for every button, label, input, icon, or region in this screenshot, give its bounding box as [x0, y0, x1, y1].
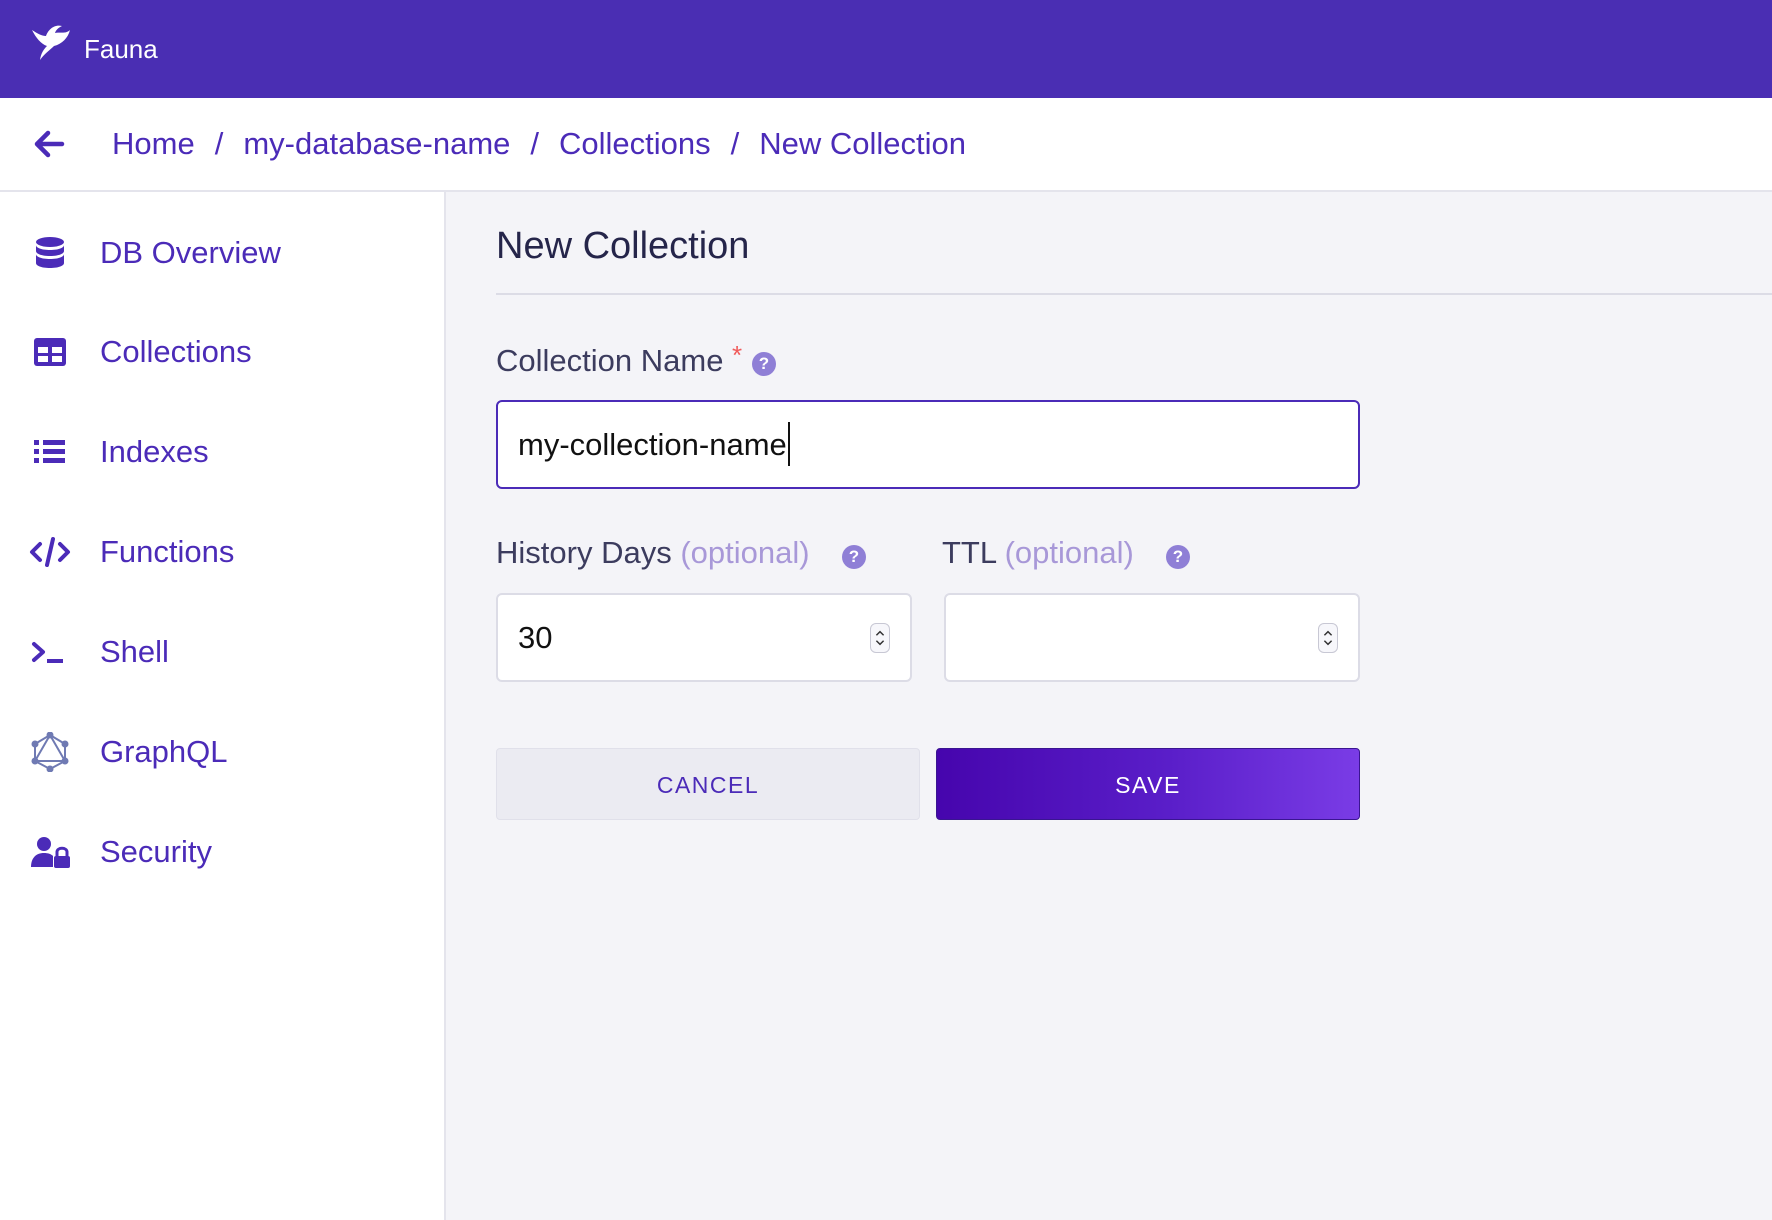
breadcrumb-home[interactable]: Home — [112, 124, 195, 164]
user-lock-icon — [31, 837, 70, 868]
sidebar-item-label: Shell — [100, 634, 169, 669]
top-bar: Fauna — [0, 0, 1772, 98]
fauna-bird-icon[interactable] — [28, 20, 72, 64]
list-icon — [34, 440, 65, 463]
history-days-label: History Days (optional) — [496, 534, 810, 572]
sidebar-item-shell[interactable]: Shell — [0, 617, 444, 687]
text-caret — [787, 421, 790, 466]
optional-hint: (optional) — [680, 535, 810, 570]
collection-name-value: my-collection-name — [518, 427, 787, 462]
ttl-input[interactable] — [944, 593, 1360, 682]
breadcrumb-separator: / — [730, 126, 740, 161]
database-icon — [36, 237, 64, 268]
code-icon — [30, 537, 70, 567]
history-days-label-text: History Days — [496, 535, 672, 570]
stepper-icon[interactable] — [870, 623, 890, 653]
terminal-icon — [32, 642, 63, 663]
history-days-value: 30 — [518, 620, 553, 655]
collection-name-input[interactable]: my-collection-name — [496, 400, 1360, 489]
breadcrumb-database[interactable]: my-database-name — [243, 124, 510, 164]
arrow-left-icon[interactable] — [28, 122, 72, 166]
required-marker: * — [732, 340, 743, 370]
page-title: New Collection — [496, 225, 750, 267]
help-icon[interactable]: ? — [842, 545, 866, 569]
help-icon[interactable]: ? — [1166, 545, 1190, 569]
breadcrumb-current[interactable]: New Collection — [759, 124, 966, 164]
help-icon[interactable]: ? — [752, 352, 776, 376]
save-button[interactable]: SAVE — [936, 748, 1360, 820]
sidebar-item-label: Functions — [100, 534, 235, 569]
breadcrumb: Home / my-database-name / Collections / … — [112, 124, 966, 164]
table-icon — [34, 338, 66, 366]
sidebar-item-indexes[interactable]: Indexes — [0, 417, 444, 487]
breadcrumb-separator: / — [214, 126, 224, 161]
sidebar-item-label: Indexes — [100, 434, 209, 469]
graphql-icon — [31, 732, 69, 772]
sidebar-item-graphql[interactable]: GraphQL — [0, 717, 444, 787]
breadcrumb-separator: / — [530, 126, 540, 161]
breadcrumb-bar: Home / my-database-name / Collections / … — [0, 98, 1772, 192]
sidebar-item-collections[interactable]: Collections — [0, 317, 444, 387]
sidebar: DB Overview Collections Indexes Function… — [0, 192, 446, 1220]
breadcrumb-collections[interactable]: Collections — [559, 124, 711, 164]
history-days-input[interactable]: 30 — [496, 593, 912, 682]
optional-hint: (optional) — [1004, 535, 1134, 570]
main-content: New Collection Collection Name * ? my-co… — [446, 192, 1772, 1220]
stepper-icon[interactable] — [1318, 623, 1338, 653]
sidebar-item-security[interactable]: Security — [0, 817, 444, 887]
sidebar-item-label: Security — [100, 834, 212, 869]
sidebar-item-functions[interactable]: Functions — [0, 517, 444, 587]
cancel-button[interactable]: CANCEL — [496, 748, 920, 820]
brand-name[interactable]: Fauna — [84, 34, 158, 64]
sidebar-item-db-overview[interactable]: DB Overview — [0, 218, 444, 288]
ttl-label: TTL (optional) — [942, 534, 1134, 572]
sidebar-item-label: Collections — [100, 334, 252, 369]
collection-name-label: Collection Name — [496, 343, 724, 378]
sidebar-item-label: GraphQL — [100, 734, 228, 769]
sidebar-item-label: DB Overview — [100, 235, 281, 270]
title-divider — [496, 293, 1772, 295]
ttl-label-text: TTL — [942, 535, 996, 570]
